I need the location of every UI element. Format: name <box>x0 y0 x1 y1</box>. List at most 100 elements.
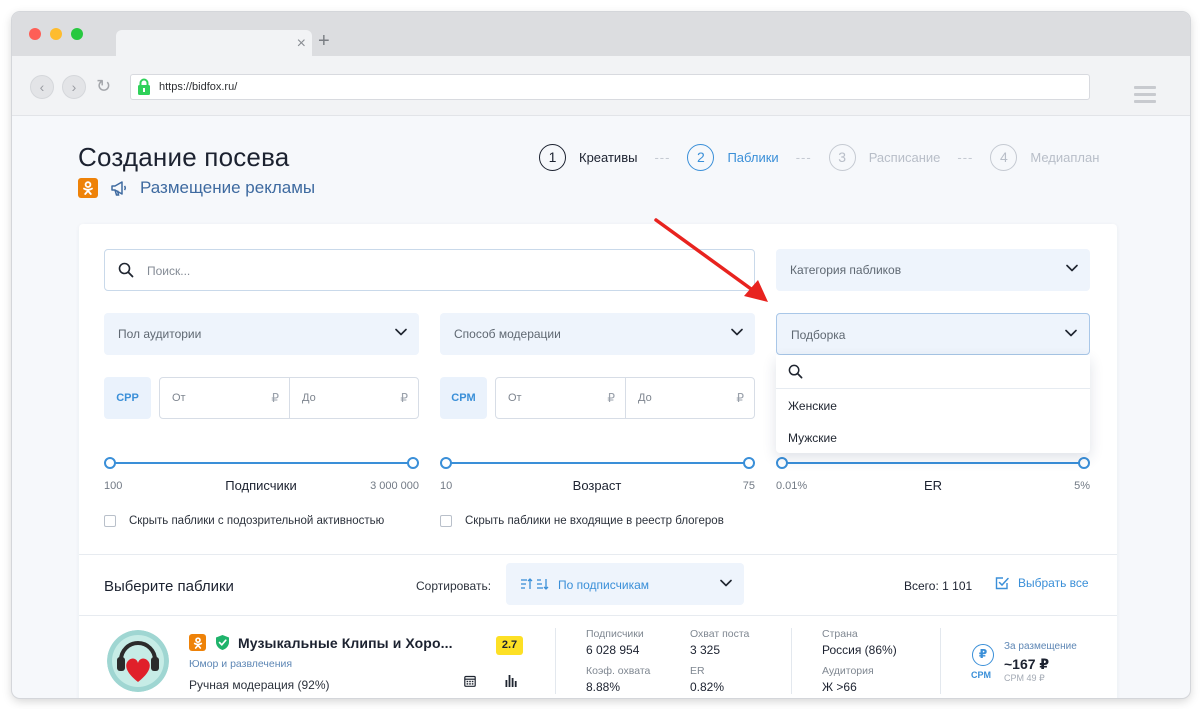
er-slider[interactable]: 0.01% ER 5% <box>776 456 1090 504</box>
collection-select[interactable]: Подборка <box>776 313 1090 355</box>
cpm-value: CPM 49 ₽ <box>1004 673 1045 683</box>
dropdown-search-input[interactable] <box>776 355 1090 389</box>
minimize-window-button[interactable] <box>50 28 62 40</box>
calendar-icon[interactable] <box>464 675 476 687</box>
step-number: 4 <box>990 144 1018 171</box>
step-number: 1 <box>539 144 566 171</box>
subscribers-slider[interactable]: 100 Подписчики 3 000 000 <box>104 456 419 504</box>
to-placeholder: До <box>302 392 316 404</box>
sort-select[interactable]: По подписчикам <box>506 563 744 605</box>
sort-icon <box>521 578 549 590</box>
slider-min-value: 0.01% <box>776 480 808 492</box>
er-value: 0.82% <box>690 680 725 694</box>
page-subtitle: Размещение рекламы <box>140 178 316 197</box>
reload-icon[interactable]: ↻ <box>96 74 111 98</box>
title-bar: × + <box>12 12 1190 60</box>
select-value: Пол аудитории <box>118 327 202 341</box>
checkbox-box[interactable] <box>104 515 116 527</box>
stats-chart-icon[interactable] <box>505 674 517 687</box>
ruble-icon: ₽ <box>607 391 615 405</box>
hide-unregistered-checkbox[interactable]: Скрыть паблики не входящие в реестр блог… <box>440 515 724 527</box>
moderation-select[interactable]: Способ модерации <box>440 313 755 355</box>
slider-title: Подписчики <box>225 478 297 493</box>
slider-title: ER <box>923 478 943 493</box>
chevron-down-icon <box>1065 329 1077 337</box>
step-mediaplan[interactable]: 4 Медиаплан <box>990 144 1099 171</box>
cpp-to-input[interactable]: До ₽ <box>289 377 419 419</box>
cpp-tag: CPP <box>104 377 151 419</box>
navigation-bar: ‹ › ↻ https://bidfox.ru/ <box>12 56 1190 116</box>
hide-suspicious-checkbox[interactable]: Скрыть паблики с подозрительной активнос… <box>104 515 384 527</box>
slider-max-handle[interactable] <box>743 457 755 469</box>
rating-badge: 2.7 <box>496 636 523 655</box>
dropdown-option-female[interactable]: Женские <box>788 399 837 413</box>
close-window-button[interactable] <box>29 28 41 40</box>
cpm-to-input[interactable]: До ₽ <box>625 377 755 419</box>
step-publics[interactable]: 2 Паблики <box>687 144 779 171</box>
price-value: ~167 ₽ <box>1004 656 1050 672</box>
step-label: Креативы <box>579 150 638 165</box>
public-name[interactable]: Музыкальные Клипы и Хоро... <box>238 635 453 651</box>
select-all-button[interactable]: Выбрать все <box>995 576 1089 590</box>
slider-max-handle[interactable] <box>1078 457 1090 469</box>
slider-min-handle[interactable] <box>776 457 788 469</box>
gender-select[interactable]: Пол аудитории <box>104 313 419 355</box>
filters-card: Поиск... Категория пабликов Пол аудитори… <box>79 224 1117 698</box>
search-placeholder: Поиск... <box>147 264 191 278</box>
reach-value: 3 325 <box>690 643 721 657</box>
subscribers-value: 6 028 954 <box>586 643 640 657</box>
step-creatives[interactable]: 1 Креативы <box>539 144 637 171</box>
cpm-from-input[interactable]: От ₽ <box>495 377 626 419</box>
checkbox-label: Скрыть паблики с подозрительной активнос… <box>129 515 385 527</box>
slider-track <box>446 462 749 464</box>
cpp-from-input[interactable]: От ₽ <box>159 377 290 419</box>
audience-label: Аудитория <box>822 665 874 677</box>
lock-icon <box>138 78 150 95</box>
coverage-value: 8.88% <box>586 680 621 694</box>
step-schedule[interactable]: 3 Расписание <box>828 144 941 171</box>
page-content: Создание посева Размещение рекламы 1 Кре… <box>12 116 1190 698</box>
checkbox-checked-icon <box>995 577 1009 590</box>
new-tab-button[interactable]: + <box>318 30 330 52</box>
cpm-tag: CPM <box>440 377 487 419</box>
browser-menu-icon[interactable] <box>1134 86 1156 104</box>
slider-min-handle[interactable] <box>440 457 452 469</box>
section-divider <box>79 554 1117 555</box>
subscribers-label: Подписчики <box>586 628 644 640</box>
megaphone-icon <box>111 181 126 196</box>
public-category: Юмор и развлечения <box>189 658 293 670</box>
verified-shield-icon <box>216 635 229 650</box>
ruble-icon: ₽ <box>271 391 279 405</box>
search-icon <box>788 364 803 379</box>
checkbox-label: Скрыть паблики не входящие в реестр блог… <box>465 515 724 527</box>
category-select[interactable]: Категория пабликов <box>776 249 1090 291</box>
public-row[interactable]: Музыкальные Клипы и Хоро... 2.7 Юмор и р… <box>79 616 1117 698</box>
step-label: Расписание <box>868 150 941 165</box>
forward-button[interactable]: › <box>62 75 86 99</box>
er-label: ER <box>690 665 705 677</box>
collection-dropdown-menu: Женские Мужские <box>776 355 1090 453</box>
slider-title: Возраст <box>572 478 622 493</box>
slider-max-handle[interactable] <box>407 457 419 469</box>
slider-max-value: 3 000 000 <box>370 480 419 492</box>
checkbox-box[interactable] <box>440 515 452 527</box>
address-bar[interactable]: https://bidfox.ru/ <box>130 74 1090 100</box>
maximize-window-button[interactable] <box>71 28 83 40</box>
country-label: Страна <box>822 628 858 640</box>
dropdown-option-male[interactable]: Мужские <box>788 431 837 445</box>
wizard-steps: 1 Креативы --- 2 Паблики --- 3 Расписани… <box>539 144 1099 171</box>
step-label: Паблики <box>727 150 779 165</box>
ruble-icon: ₽ <box>736 391 744 405</box>
column-divider <box>791 628 792 694</box>
slider-min-handle[interactable] <box>104 457 116 469</box>
page-subtitle-row: Размещение рекламы <box>78 177 315 199</box>
age-slider[interactable]: 10 Возраст 75 <box>440 456 755 504</box>
back-button[interactable]: ‹ <box>30 75 54 99</box>
tab-close-icon[interactable]: × <box>297 34 306 54</box>
to-placeholder: До <box>638 392 652 404</box>
coverage-label: Коэф. охвата <box>586 665 651 677</box>
step-number: 2 <box>687 144 715 171</box>
step-separator: --- <box>957 150 974 165</box>
chevron-down-icon <box>720 579 732 587</box>
url-text: https://bidfox.ru/ <box>159 81 238 93</box>
